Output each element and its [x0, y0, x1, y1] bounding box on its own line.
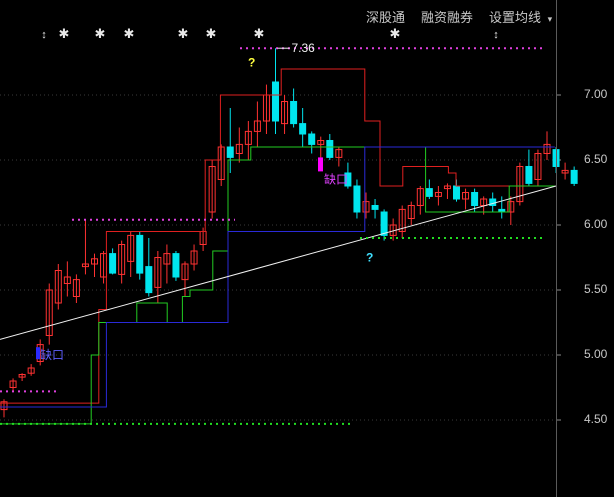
y-tick-label: 7.00 — [584, 87, 608, 101]
candle-down — [109, 253, 117, 274]
asterisk-icon: ✱ — [206, 26, 217, 41]
y-tick-label: 4.50 — [584, 412, 608, 426]
candle-down — [136, 234, 144, 274]
asterisk-icon: ✱ — [178, 26, 189, 41]
gap-marker — [36, 347, 40, 360]
y-tick-label: 5.00 — [584, 347, 608, 361]
candlestick-chart: 7.36缺口缺口??↕ ✱ ✱ ✱ ✱ ✱ ✱ ✱ ↕ — [0, 26, 578, 425]
candle-down — [299, 123, 307, 135]
candle-down — [353, 185, 361, 213]
candle-down — [308, 133, 316, 145]
support-band-line — [0, 146, 555, 425]
asterisk-icon: ✱ — [59, 26, 70, 41]
trend-line — [0, 185, 557, 340]
candle-down — [172, 253, 180, 278]
asterisk-icon: ✱ — [390, 26, 401, 41]
candle-down — [290, 101, 298, 125]
gap-marker — [318, 157, 323, 172]
candle-down — [226, 146, 234, 158]
gap-label: 缺口 — [324, 172, 348, 187]
candle-down — [471, 192, 479, 206]
up-down-arrow-icon: ↕ — [493, 29, 499, 41]
y-tick-label: 6.50 — [584, 152, 608, 166]
candle-down — [570, 169, 578, 184]
question-marker: ? — [366, 251, 373, 265]
candle-down — [453, 185, 460, 200]
candle-down — [525, 166, 533, 184]
price-axis-divider — [556, 0, 557, 497]
candle-down — [371, 205, 379, 210]
candle-down — [272, 81, 279, 122]
asterisk-icon: ✱ — [95, 26, 106, 41]
y-tick-label: 5.50 — [584, 282, 608, 296]
asterisk-icon: ✱ — [124, 26, 135, 41]
asterisk-icon: ✱ — [254, 26, 265, 41]
high-price-value: 7.36 — [292, 41, 316, 55]
candle-down — [145, 266, 153, 294]
gap-label: 缺口 — [40, 347, 64, 362]
candle-down — [380, 211, 388, 236]
candle-down — [425, 188, 433, 197]
candle-down — [326, 140, 334, 158]
y-tick-label: 6.00 — [584, 217, 608, 231]
up-down-arrow-icon: ↕ — [41, 29, 47, 41]
question-marker: ? — [248, 55, 255, 69]
